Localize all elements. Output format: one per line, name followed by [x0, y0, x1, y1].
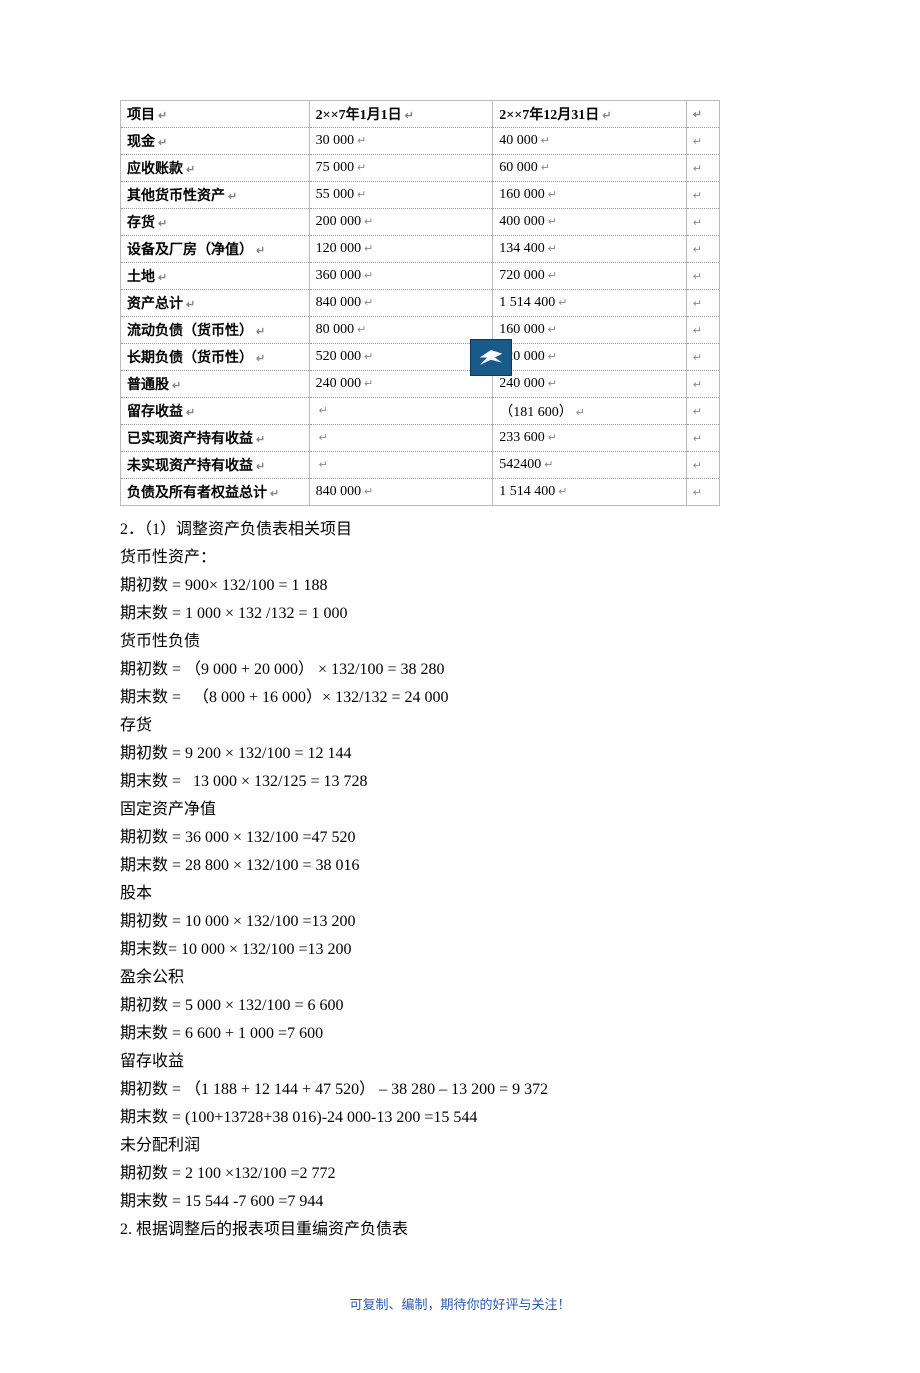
table-row: 现金↵30 000↵40 000↵↵	[121, 128, 720, 155]
row-end-mark: ↵	[686, 209, 719, 236]
row-value-end: 520 000↵	[493, 344, 687, 371]
row-label: 长期负债（货币性）↵	[121, 344, 310, 371]
row-value-start: 240 000↵	[309, 371, 493, 398]
row-value-end: 542400↵	[493, 452, 687, 479]
header-cell-mark: ↵	[686, 101, 719, 128]
table-header-row: 项目↵2××7年1月1日↵2××7年12月31日↵↵	[121, 101, 720, 128]
table-row: 存货↵200 000↵400 000↵↵	[121, 209, 720, 236]
row-label: 负债及所有者权益总计↵	[121, 479, 310, 506]
row-value-end: 240 000↵	[493, 371, 687, 398]
row-label: 流动负债（货币性）↵	[121, 317, 310, 344]
row-value-end: 400 000↵	[493, 209, 687, 236]
row-value-end: 40 000↵	[493, 128, 687, 155]
balance-sheet-table: 项目↵2××7年1月1日↵2××7年12月31日↵↵现金↵30 000↵40 0…	[120, 100, 720, 506]
table-row: 未实现资产持有收益↵↵542400↵↵	[121, 452, 720, 479]
table-row: 已实现资产持有收益↵↵233 600↵↵	[121, 425, 720, 452]
row-value-end: （181 600）↵	[493, 398, 687, 425]
row-end-mark: ↵	[686, 128, 719, 155]
row-end-mark: ↵	[686, 263, 719, 290]
row-value-end: 60 000↵	[493, 155, 687, 182]
row-value-end: 1 514 400↵	[493, 479, 687, 506]
row-value-end: 160 000↵	[493, 317, 687, 344]
row-value-end: 233 600↵	[493, 425, 687, 452]
bird-watermark-icon	[470, 339, 512, 376]
row-value-start: 840 000↵	[309, 479, 493, 506]
row-end-mark: ↵	[686, 344, 719, 371]
row-value-start: ↵	[309, 398, 493, 425]
row-end-mark: ↵	[686, 182, 719, 209]
row-end-mark: ↵	[686, 452, 719, 479]
table-row: 资产总计↵840 000↵1 514 400↵↵	[121, 290, 720, 317]
row-value-start: 360 000↵	[309, 263, 493, 290]
row-value-start: 55 000↵	[309, 182, 493, 209]
row-value-start: 30 000↵	[309, 128, 493, 155]
table-row: 其他货币性资产↵55 000↵160 000↵↵	[121, 182, 720, 209]
row-label: 存货↵	[121, 209, 310, 236]
row-end-mark: ↵	[686, 479, 719, 506]
header-cell-start: 2××7年1月1日↵	[309, 101, 493, 128]
row-value-start: ↵	[309, 425, 493, 452]
table-row: 长期负债（货币性）↵520 000↵520 000↵↵	[121, 344, 720, 371]
row-value-end: 720 000↵	[493, 263, 687, 290]
table-row: 留存收益↵↵（181 600）↵↵	[121, 398, 720, 425]
document-body-text: 2．（1）调整资产负债表相关项目 货币性资产： 期初数 = 900× 132/1…	[120, 516, 800, 1244]
table-row: 负债及所有者权益总计↵840 000↵1 514 400↵↵	[121, 479, 720, 506]
row-end-mark: ↵	[686, 425, 719, 452]
row-label: 应收账款↵	[121, 155, 310, 182]
row-value-start: ↵	[309, 452, 493, 479]
row-label: 留存收益↵	[121, 398, 310, 425]
row-end-mark: ↵	[686, 398, 719, 425]
table-row: 土地↵360 000↵720 000↵↵	[121, 263, 720, 290]
row-end-mark: ↵	[686, 371, 719, 398]
row-label: 设备及厂房（净值）↵	[121, 236, 310, 263]
header-cell-item: 项目↵	[121, 101, 310, 128]
row-value-start: 840 000↵	[309, 290, 493, 317]
row-end-mark: ↵	[686, 236, 719, 263]
row-end-mark: ↵	[686, 155, 719, 182]
table-row: 应收账款↵75 000↵60 000↵↵	[121, 155, 720, 182]
page-footer: 可复制、编制，期待你的好评与关注！	[120, 1294, 800, 1313]
row-label: 普通股↵	[121, 371, 310, 398]
row-value-start: 200 000↵	[309, 209, 493, 236]
row-end-mark: ↵	[686, 317, 719, 344]
row-value-end: 134 400↵	[493, 236, 687, 263]
row-value-end: 160 000↵	[493, 182, 687, 209]
table-row: 流动负债（货币性）↵80 000↵160 000↵↵	[121, 317, 720, 344]
row-label: 其他货币性资产↵	[121, 182, 310, 209]
row-label: 土地↵	[121, 263, 310, 290]
row-value-end: 1 514 400↵	[493, 290, 687, 317]
row-label: 资产总计↵	[121, 290, 310, 317]
table-row: 设备及厂房（净值）↵120 000↵134 400↵↵	[121, 236, 720, 263]
table-row: 普通股↵240 000↵240 000↵↵	[121, 371, 720, 398]
row-label: 现金↵	[121, 128, 310, 155]
row-value-start: 80 000↵	[309, 317, 493, 344]
row-label: 已实现资产持有收益↵	[121, 425, 310, 452]
row-label: 未实现资产持有收益↵	[121, 452, 310, 479]
document-page: 项目↵2××7年1月1日↵2××7年12月31日↵↵现金↵30 000↵40 0…	[0, 0, 920, 1373]
row-end-mark: ↵	[686, 290, 719, 317]
row-value-start: 520 000↵	[309, 344, 493, 371]
header-cell-end: 2××7年12月31日↵	[493, 101, 687, 128]
row-value-start: 75 000↵	[309, 155, 493, 182]
row-value-start: 120 000↵	[309, 236, 493, 263]
